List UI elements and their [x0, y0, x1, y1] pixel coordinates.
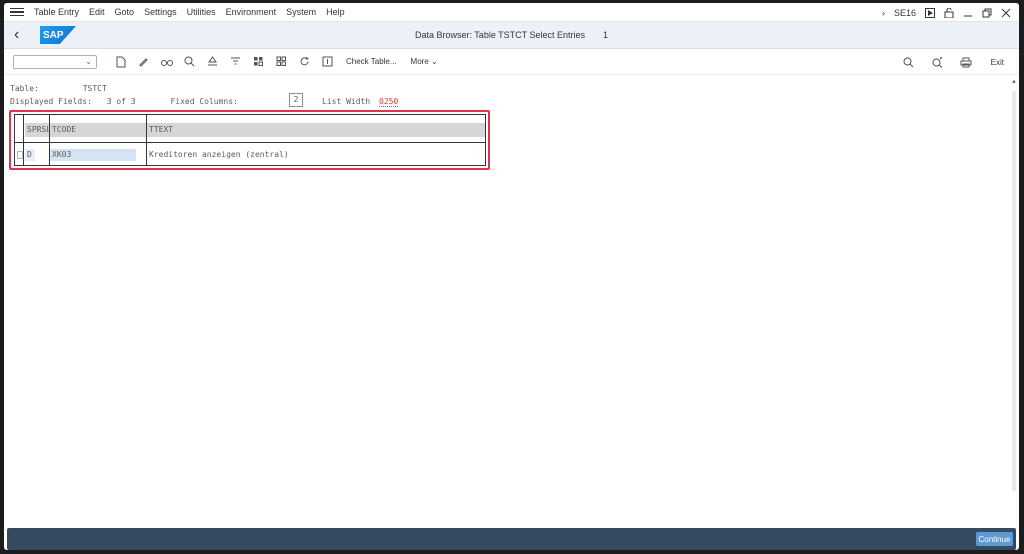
check-table-button[interactable]: Check Table...	[346, 57, 397, 66]
menu-table-entry[interactable]: Table Entry	[34, 7, 79, 17]
close-icon[interactable]	[1001, 8, 1011, 18]
menu-environment[interactable]: Environment	[226, 7, 277, 17]
hamburger-menu-icon[interactable]	[10, 7, 24, 17]
find-icon[interactable]	[897, 55, 920, 69]
displayed-fields-label: Displayed Fields:	[10, 97, 92, 106]
refresh-icon[interactable]	[293, 55, 316, 69]
entry-count: 1	[603, 30, 609, 40]
command-field[interactable]: ⌄	[13, 54, 97, 69]
transaction-code: SE16	[893, 7, 916, 18]
exit-button[interactable]: Exit	[991, 58, 1004, 67]
page-title-text: Data Browser: Table TSTCT Select Entries	[414, 30, 586, 40]
fixed-columns-input[interactable]: 2	[289, 93, 303, 107]
info-document-icon[interactable]	[316, 55, 339, 69]
chevron-down-icon: ⌄	[431, 57, 438, 66]
minimize-icon[interactable]	[963, 8, 973, 18]
table-info-row: Table: TSTCT	[10, 84, 107, 93]
layout-grid-icon[interactable]	[247, 55, 270, 69]
fixed-columns-label: Fixed Columns:	[170, 97, 238, 106]
scroll-up-icon[interactable]: ▲	[1011, 79, 1017, 85]
menu-goto[interactable]: Goto	[115, 7, 135, 17]
more-button[interactable]: More ⌄	[411, 57, 438, 66]
menu-help[interactable]: Help	[326, 7, 345, 17]
page-title: Data Browser: Table TSTCT Select Entries…	[4, 30, 1019, 40]
chevron-right-icon[interactable]: ›	[882, 8, 885, 18]
list-width-label: List Width	[322, 97, 371, 106]
more-label: More	[410, 57, 429, 66]
main-content: Table: TSTCT Displayed Fields: 3 of 3 Fi…	[4, 76, 1019, 523]
fields-info-row: Displayed Fields: 3 of 3 Fixed Columns:	[10, 97, 238, 106]
new-entry-icon[interactable]	[109, 55, 132, 69]
find-next-icon[interactable]	[926, 55, 949, 69]
highlight-annotation	[9, 110, 490, 170]
menu-settings[interactable]: Settings	[144, 7, 177, 17]
menu-system[interactable]: System	[286, 7, 316, 17]
title-bar: ‹ SAP Data Browser: Table TSTCT Select E…	[4, 22, 1019, 49]
restore-icon[interactable]	[982, 8, 992, 18]
table-value: TSTCT	[82, 84, 107, 93]
chevron-down-icon[interactable]: ⌄	[85, 57, 92, 66]
scroll-thumb[interactable]	[1012, 91, 1016, 491]
application-toolbar: ⌄ Check Table... More ⌄ Exit	[4, 49, 1019, 75]
play-icon[interactable]	[925, 7, 935, 18]
menu-utilities[interactable]: Utilities	[187, 7, 216, 17]
lock-icon[interactable]	[944, 7, 954, 18]
display-glasses-icon[interactable]	[155, 55, 178, 69]
list-width-input[interactable]: 0250	[379, 97, 399, 107]
footer-bar: Continue	[7, 528, 1016, 550]
menu-bar: Table Entry Edit Goto Settings Utilities…	[4, 3, 1019, 22]
displayed-fields-value: 3 of 3	[106, 97, 136, 106]
sort-ascending-icon[interactable]	[201, 55, 224, 69]
edit-pencil-icon[interactable]	[132, 55, 155, 69]
sap-window: Table Entry Edit Goto Settings Utilities…	[4, 3, 1019, 550]
print-icon[interactable]	[955, 55, 978, 69]
continue-button[interactable]: Continue	[976, 532, 1013, 546]
filter-icon[interactable]	[224, 55, 247, 69]
table-label: Table:	[10, 84, 39, 93]
menu-edit[interactable]: Edit	[89, 7, 105, 17]
vertical-scrollbar[interactable]: ▲	[1011, 79, 1017, 520]
search-zoom-icon[interactable]	[178, 55, 201, 69]
select-layout-icon[interactable]	[270, 55, 293, 69]
list-width-row: List Width 0250	[322, 97, 399, 107]
